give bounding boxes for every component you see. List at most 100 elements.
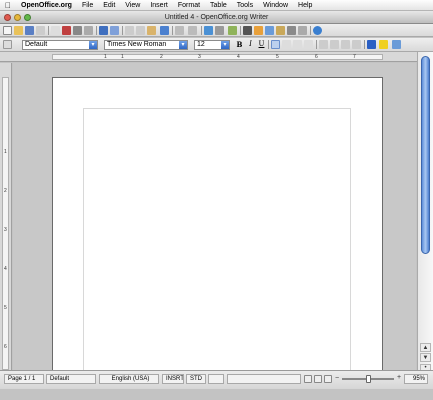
zoom-button[interactable] xyxy=(24,14,31,21)
align-right-icon[interactable] xyxy=(293,40,302,49)
show-draw-functions-icon[interactable] xyxy=(228,26,237,35)
scroll-thumb[interactable] xyxy=(421,56,430,254)
highlighting-icon[interactable] xyxy=(379,40,388,49)
vruler-label-5: 6 xyxy=(4,344,7,350)
data-sources-icon[interactable] xyxy=(276,26,285,35)
document-modified-indicator[interactable] xyxy=(208,374,224,384)
hruler-label-5: 5 xyxy=(276,54,279,60)
menu-format[interactable]: Format xyxy=(173,0,205,11)
autospellcheck-icon[interactable] xyxy=(110,26,119,35)
italic-button[interactable]: I xyxy=(246,40,255,49)
chevron-down-icon[interactable]: ▾ xyxy=(179,41,187,49)
menu-table[interactable]: Table xyxy=(205,0,232,11)
chevron-down-icon[interactable]: ▾ xyxy=(89,41,97,49)
paragraph-style-value: Default xyxy=(25,41,48,48)
bold-button[interactable]: B xyxy=(235,40,244,49)
help-icon[interactable] xyxy=(313,26,322,35)
minimize-button[interactable] xyxy=(14,14,21,21)
selection-mode-indicator[interactable]: STD xyxy=(186,374,206,384)
open-icon[interactable] xyxy=(14,26,23,35)
underline-button[interactable]: U xyxy=(257,40,266,49)
scroll-down-icon[interactable]: ▼ xyxy=(420,353,431,362)
writer-window: Untitled 4 - OpenOffice.org Writer Defau… xyxy=(0,11,433,400)
copy-icon[interactable] xyxy=(136,26,145,35)
menu-tools[interactable]: Tools xyxy=(232,0,258,11)
horizontal-ruler[interactable]: 1 1 2 3 4 5 6 7 xyxy=(0,52,433,62)
menu-edit[interactable]: Edit xyxy=(98,0,120,11)
email-icon[interactable] xyxy=(36,26,45,35)
find-replace-icon[interactable] xyxy=(243,26,252,35)
hyperlink-icon[interactable] xyxy=(204,26,213,35)
text-boundary[interactable] xyxy=(83,108,351,370)
zoom-out-icon[interactable]: − xyxy=(335,375,339,382)
styles-formatting-icon[interactable] xyxy=(3,40,12,49)
chevron-down-icon[interactable]: ▾ xyxy=(221,41,229,49)
justify-icon[interactable] xyxy=(304,40,313,49)
nonprinting-characters-icon[interactable] xyxy=(287,26,296,35)
new-document-icon[interactable] xyxy=(3,26,12,35)
font-name-value: Times New Roman xyxy=(107,41,167,48)
zoom-slider-knob[interactable] xyxy=(365,375,371,383)
book-view-icon[interactable] xyxy=(324,375,332,383)
hruler-label-0: 1 xyxy=(104,54,107,60)
spellcheck-icon[interactable] xyxy=(99,26,108,35)
single-page-view-icon[interactable] xyxy=(304,375,312,383)
zoom-in-icon[interactable]: + xyxy=(397,374,401,381)
document-area[interactable] xyxy=(13,63,416,370)
hruler-label-3: 3 xyxy=(198,54,201,60)
paragraph-style-select[interactable]: Default ▾ xyxy=(22,40,98,50)
save-icon[interactable] xyxy=(25,26,34,35)
page-indicator[interactable]: Page 1 / 1 xyxy=(4,374,44,384)
scroll-up-icon[interactable]: ▲ xyxy=(420,343,431,352)
export-pdf-icon[interactable] xyxy=(62,26,71,35)
gallery-icon[interactable] xyxy=(265,26,274,35)
title-bar[interactable]: Untitled 4 - OpenOffice.org Writer xyxy=(0,11,433,24)
language-indicator[interactable]: English (USA) xyxy=(99,374,159,384)
vruler-label-1: 2 xyxy=(4,188,7,194)
zoom-icon[interactable] xyxy=(298,26,307,35)
print-icon[interactable] xyxy=(73,26,82,35)
table-icon[interactable] xyxy=(215,26,224,35)
zoom-slider[interactable] xyxy=(342,375,394,383)
edit-file-icon[interactable] xyxy=(51,26,60,35)
menu-app-name[interactable]: OpenOffice.org xyxy=(16,0,77,11)
undo-icon[interactable] xyxy=(175,26,184,35)
align-left-icon[interactable] xyxy=(271,40,280,49)
multi-page-view-icon[interactable] xyxy=(314,375,322,383)
document-page[interactable] xyxy=(52,77,383,370)
menu-help[interactable]: Help xyxy=(293,0,317,11)
numbering-icon[interactable] xyxy=(319,40,328,49)
align-center-icon[interactable] xyxy=(282,40,291,49)
format-paintbrush-icon[interactable] xyxy=(160,26,169,35)
cut-icon[interactable] xyxy=(125,26,134,35)
menu-window[interactable]: Window xyxy=(258,0,293,11)
ruler-band xyxy=(52,54,383,60)
close-button[interactable] xyxy=(4,14,11,21)
font-name-select[interactable]: Times New Roman ▾ xyxy=(104,40,188,50)
ruler-band xyxy=(2,77,9,370)
vruler-label-4: 5 xyxy=(4,305,7,311)
hruler-label-1: 1 xyxy=(121,54,124,60)
bullets-icon[interactable] xyxy=(330,40,339,49)
navigator-icon[interactable] xyxy=(254,26,263,35)
apple-icon[interactable]:  xyxy=(0,1,16,10)
menu-file[interactable]: File xyxy=(77,0,98,11)
font-size-select[interactable]: 12 ▾ xyxy=(194,40,230,50)
insert-mode-indicator[interactable]: INSRT xyxy=(162,374,184,384)
background-color-icon[interactable] xyxy=(392,40,401,49)
menu-view[interactable]: View xyxy=(120,0,145,11)
menu-insert[interactable]: Insert xyxy=(145,0,173,11)
vertical-scrollbar[interactable]: ▲ ▼ • xyxy=(417,52,433,381)
vertical-ruler[interactable]: 1 2 3 4 5 6 xyxy=(0,63,12,370)
zoom-percentage[interactable]: 95% xyxy=(404,374,428,384)
hruler-label-2: 2 xyxy=(160,54,163,60)
paste-icon[interactable] xyxy=(147,26,156,35)
redo-icon[interactable] xyxy=(188,26,197,35)
page-preview-icon[interactable] xyxy=(84,26,93,35)
font-color-icon[interactable] xyxy=(367,40,376,49)
vruler-label-0: 1 xyxy=(4,149,7,155)
page-style-indicator[interactable]: Default xyxy=(46,374,96,384)
increase-indent-icon[interactable] xyxy=(352,40,361,49)
font-size-value: 12 xyxy=(197,41,205,48)
decrease-indent-icon[interactable] xyxy=(341,40,350,49)
